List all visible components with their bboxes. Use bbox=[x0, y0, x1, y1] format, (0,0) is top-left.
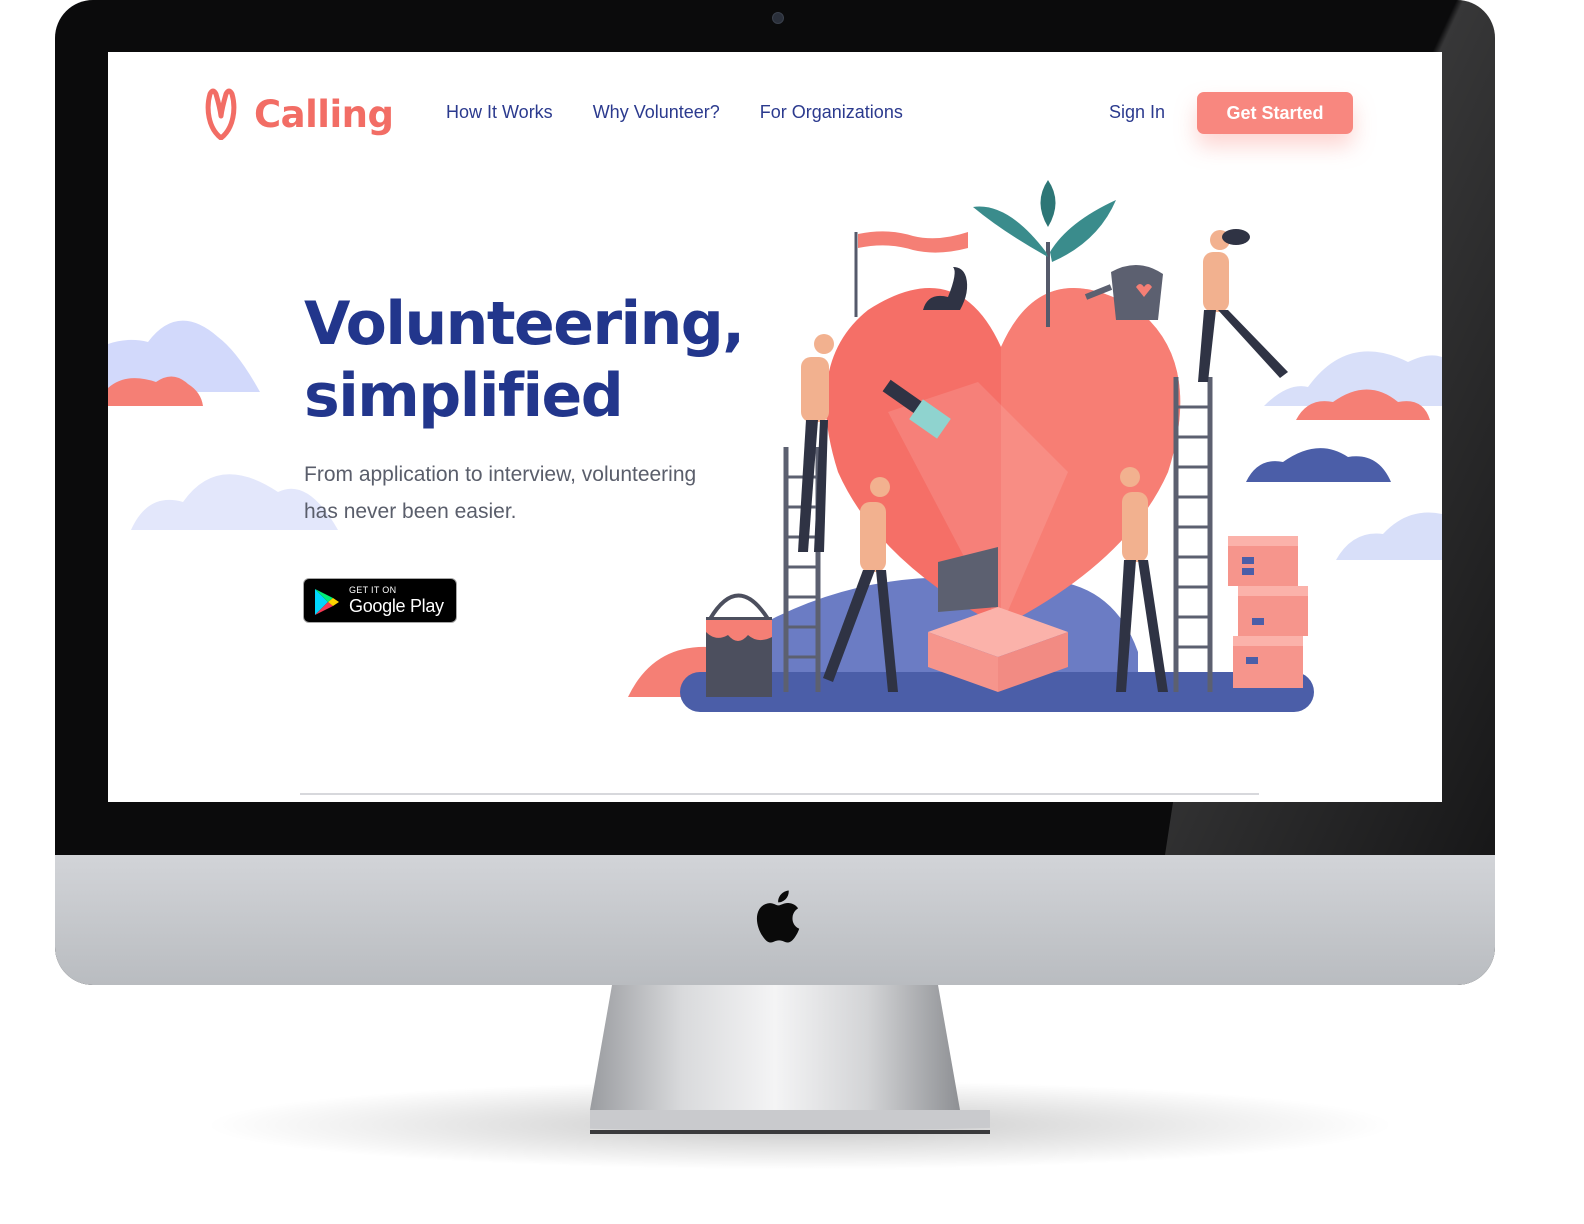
sign-in-link[interactable]: Sign In bbox=[1109, 102, 1165, 123]
monitor-stand bbox=[590, 985, 990, 1134]
section-divider bbox=[300, 793, 1259, 795]
screen: Calling How It Works Why Volunteer? For … bbox=[108, 52, 1442, 802]
badge-big-text: Google Play bbox=[349, 596, 444, 616]
monitor-chin bbox=[55, 855, 1495, 985]
apple-logo-icon bbox=[756, 890, 800, 943]
heart-outline-icon bbox=[205, 88, 237, 140]
get-started-button[interactable]: Get Started bbox=[1197, 92, 1353, 134]
navbar: Calling How It Works Why Volunteer? For … bbox=[108, 52, 1442, 172]
nav-how-it-works[interactable]: How It Works bbox=[446, 102, 553, 123]
monitor: Calling How It Works Why Volunteer? For … bbox=[55, 0, 1495, 985]
hero-title-line2: simplified bbox=[304, 361, 624, 431]
camera-icon bbox=[772, 12, 784, 24]
brand-logo[interactable]: Calling bbox=[204, 88, 394, 140]
hero-title: Volunteering, simplified bbox=[304, 288, 784, 432]
nav-for-organizations[interactable]: For Organizations bbox=[760, 102, 903, 123]
hero-title-line1: Volunteering, bbox=[304, 289, 745, 359]
nav-links: How It Works Why Volunteer? For Organiza… bbox=[446, 102, 943, 123]
google-play-badge[interactable]: GET IT ON Google Play bbox=[303, 578, 457, 623]
badge-small-text: GET IT ON bbox=[349, 585, 397, 595]
hero-subtitle: From application to interview, volunteer… bbox=[304, 463, 697, 523]
nav-why-volunteer[interactable]: Why Volunteer? bbox=[593, 102, 720, 123]
google-play-icon bbox=[315, 589, 339, 615]
brand-name: Calling bbox=[254, 92, 394, 136]
